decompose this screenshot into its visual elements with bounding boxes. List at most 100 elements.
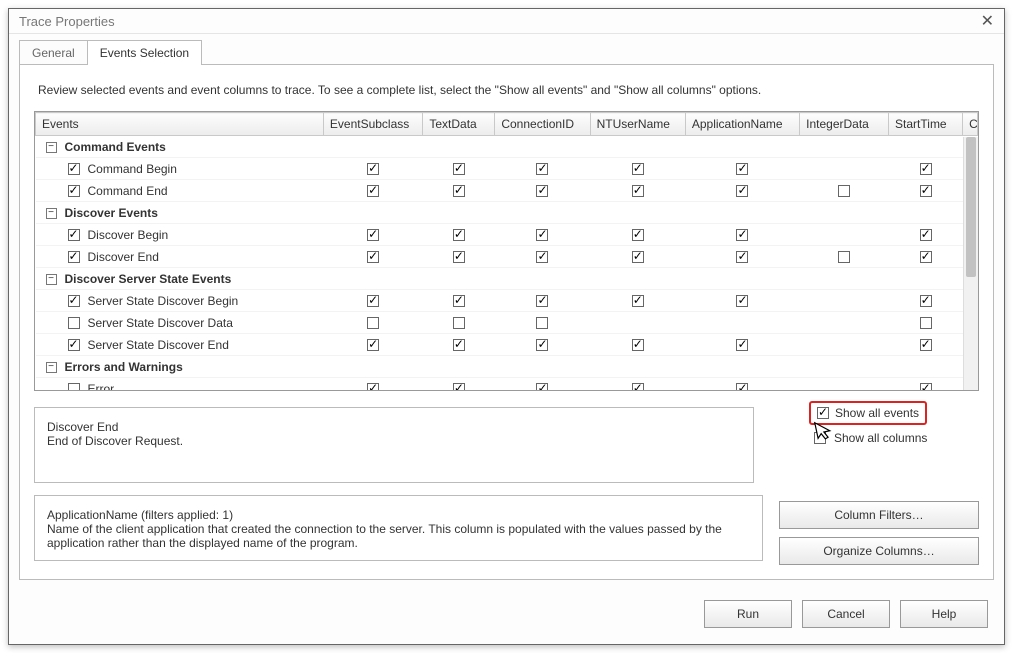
grid-checkbox[interactable] [920,317,932,329]
grid-checkbox[interactable] [736,229,748,241]
grid-checkbox[interactable] [453,339,465,351]
grid-checkbox[interactable] [736,339,748,351]
grid-checkbox[interactable] [536,317,548,329]
grid-checkbox[interactable] [632,383,644,390]
tabstrip: General Events Selection [9,34,1004,65]
group-label: Discover Events [65,206,158,220]
grid-checkbox[interactable] [632,295,644,307]
event-row: Command End [36,180,978,202]
grid-checkbox[interactable] [920,251,932,263]
grid-checkbox[interactable] [536,339,548,351]
grid-checkbox[interactable] [736,295,748,307]
grid-checkbox[interactable] [453,295,465,307]
column-header[interactable]: EventSubclass [323,113,422,136]
row-select-checkbox[interactable] [68,295,80,307]
tree-expand-icon[interactable]: − [46,208,57,219]
grid-checkbox[interactable] [920,185,932,197]
grid-checkbox[interactable] [367,251,379,263]
column-header[interactable]: IntegerData [800,113,889,136]
grid-checkbox[interactable] [736,185,748,197]
close-icon[interactable]: ✕ [981,11,994,31]
row-select-checkbox[interactable] [68,383,80,390]
column-description-text: Name of the client application that crea… [47,522,750,550]
event-label: Command Begin [88,162,177,176]
grid-checkbox[interactable] [920,339,932,351]
column-header[interactable]: ApplicationName [685,113,799,136]
column-header[interactable]: C [963,113,978,136]
grid-checkbox[interactable] [632,229,644,241]
grid-checkbox[interactable] [453,163,465,175]
grid-checkbox[interactable] [838,251,850,263]
grid-checkbox[interactable] [536,295,548,307]
grid-checkbox[interactable] [367,383,379,390]
tree-expand-icon[interactable]: − [46,274,57,285]
grid-checkbox[interactable] [632,163,644,175]
grid-checkbox[interactable] [838,185,850,197]
event-label: Server State Discover Begin [88,294,239,308]
row-select-checkbox[interactable] [68,229,80,241]
event-label: Error [88,382,115,391]
group-row: −Discover Events [36,202,978,224]
grid-checkbox[interactable] [536,163,548,175]
column-header[interactable]: TextData [423,113,495,136]
grid-checkbox[interactable] [367,295,379,307]
column-header[interactable]: NTUserName [590,113,685,136]
event-label: Discover Begin [88,228,169,242]
column-filters-button[interactable]: Column Filters… [779,501,979,529]
tab-events-selection[interactable]: Events Selection [87,40,202,65]
grid-checkbox[interactable] [536,383,548,390]
grid-checkbox[interactable] [920,229,932,241]
grid-checkbox[interactable] [736,383,748,390]
grid-checkbox[interactable] [920,383,932,390]
grid-checkbox[interactable] [736,163,748,175]
tree-expand-icon[interactable]: − [46,362,57,373]
grid-checkbox[interactable] [367,185,379,197]
help-button[interactable]: Help [900,600,988,628]
group-row: −Errors and Warnings [36,356,978,378]
tab-general[interactable]: General [19,40,88,65]
tree-expand-icon[interactable]: − [46,142,57,153]
grid-checkbox[interactable] [632,185,644,197]
column-header[interactable]: Events [36,113,324,136]
dialog-footer: Run Cancel Help [9,590,1004,644]
row-select-checkbox[interactable] [68,339,80,351]
organize-columns-button[interactable]: Organize Columns… [779,537,979,565]
grid-checkbox[interactable] [536,229,548,241]
column-header[interactable]: StartTime [889,113,963,136]
grid-checkbox[interactable] [736,251,748,263]
event-label: Discover End [88,250,159,264]
row-select-checkbox[interactable] [68,185,80,197]
grid-checkbox[interactable] [536,185,548,197]
event-description-box: Discover End End of Discover Request. [34,407,754,483]
cancel-button[interactable]: Cancel [802,600,890,628]
row-select-checkbox[interactable] [68,317,80,329]
grid-checkbox[interactable] [453,383,465,390]
vertical-scrollbar[interactable] [963,137,978,390]
run-button[interactable]: Run [704,600,792,628]
grid-checkbox[interactable] [453,229,465,241]
events-grid: EventsEventSubclassTextDataConnectionIDN… [34,111,979,391]
grid-checkbox[interactable] [920,295,932,307]
grid-checkbox[interactable] [632,339,644,351]
table-header-row: EventsEventSubclassTextDataConnectionIDN… [36,113,978,136]
grid-checkbox[interactable] [367,229,379,241]
grid-checkbox[interactable] [367,339,379,351]
grid-checkbox[interactable] [453,317,465,329]
scrollbar-thumb[interactable] [966,137,976,277]
group-label: Discover Server State Events [65,272,232,286]
grid-checkbox[interactable] [453,251,465,263]
show-all-events-checkbox[interactable] [817,407,829,419]
grid-checkbox[interactable] [453,185,465,197]
grid-checkbox[interactable] [536,251,548,263]
show-all-columns-checkbox[interactable] [814,432,826,444]
grid-checkbox[interactable] [367,163,379,175]
column-header[interactable]: ConnectionID [495,113,590,136]
grid-checkbox[interactable] [920,163,932,175]
row-select-checkbox[interactable] [68,163,80,175]
row-select-checkbox[interactable] [68,251,80,263]
grid-checkbox[interactable] [367,317,379,329]
event-label: Server State Discover End [88,338,229,352]
tab-panel: Review selected events and event columns… [19,64,994,580]
grid-checkbox[interactable] [632,251,644,263]
highlight-box: Show all events [809,401,927,425]
